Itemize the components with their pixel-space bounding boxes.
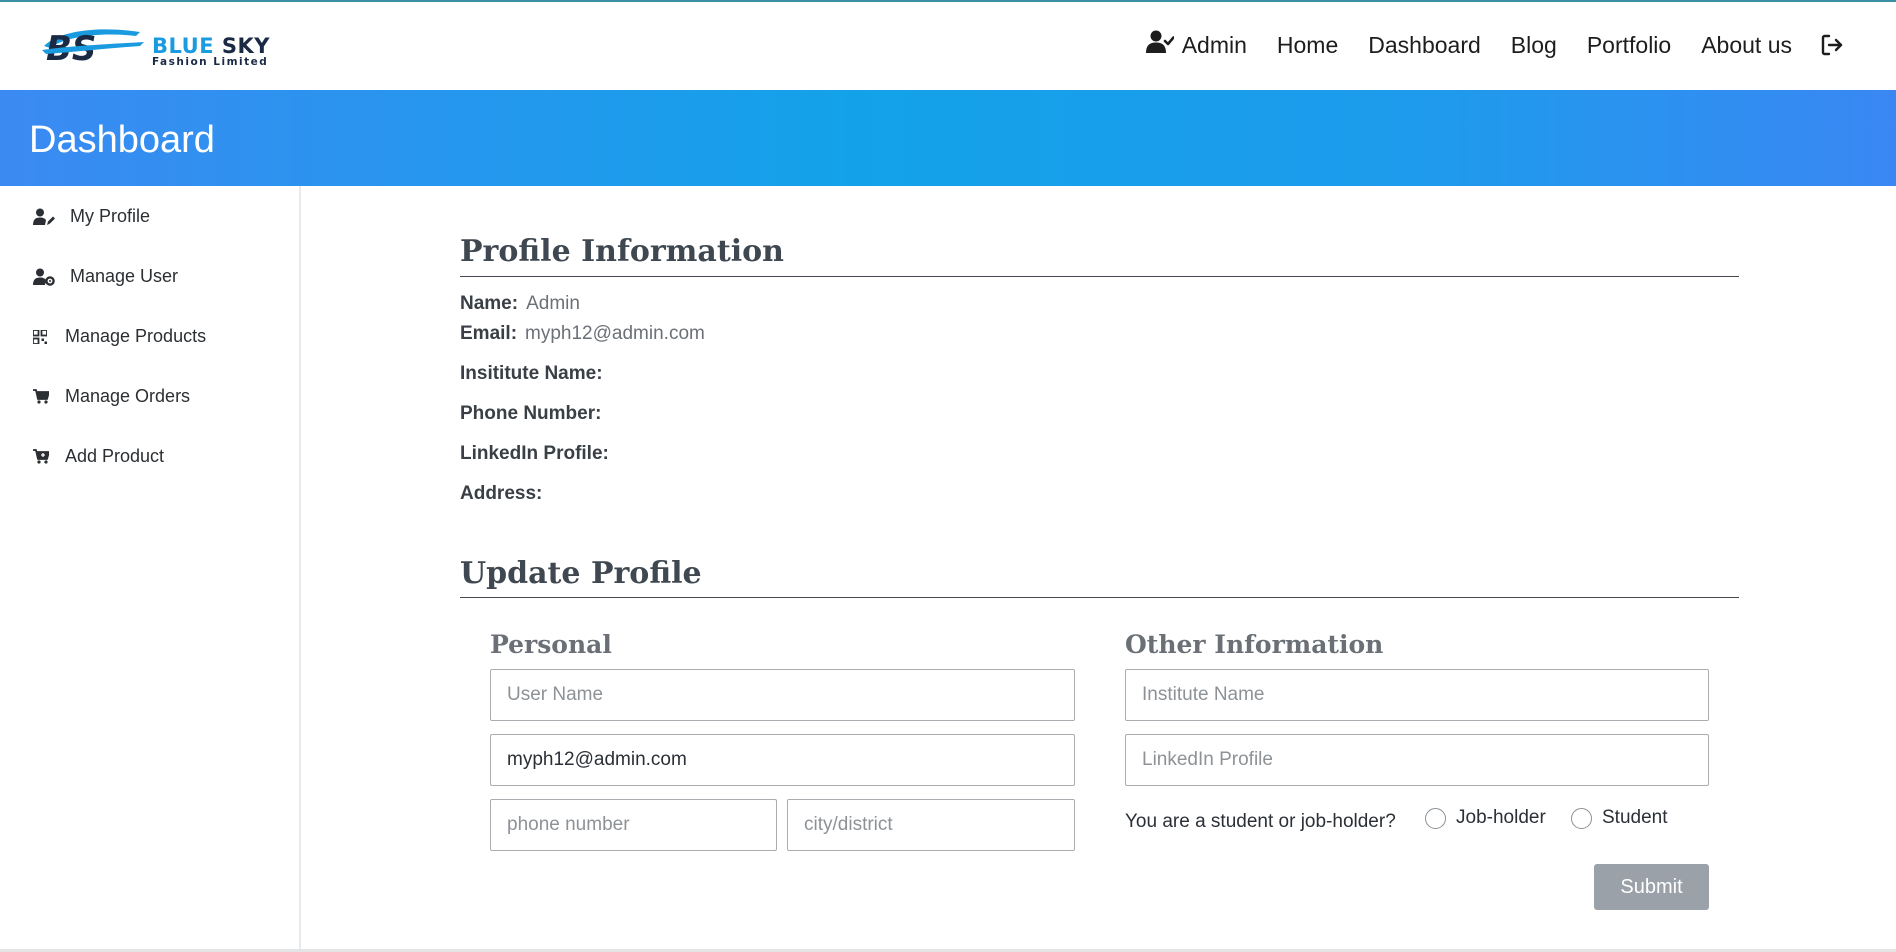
profile-phone-row: Phone Number: xyxy=(460,403,601,425)
logout-button[interactable] xyxy=(1820,33,1844,57)
brand-title: BLUE SKY xyxy=(152,34,270,58)
email-label: Email: xyxy=(460,323,518,344)
nav-portfolio[interactable]: Portfolio xyxy=(1587,32,1671,59)
brand-logo[interactable]: BS BLUE SKY Fashion Limited xyxy=(40,20,280,70)
nav-links: Admin Home Dashboard Blog Portfolio Abou… xyxy=(1145,28,1844,62)
name-label: Name: xyxy=(460,293,519,314)
profile-institute-row: Insititute Name: xyxy=(460,363,603,385)
radio-student[interactable]: Student xyxy=(1571,807,1668,829)
page-title: Dashboard xyxy=(29,119,215,161)
sidebar-item-label: My Profile xyxy=(70,206,151,226)
nav-about-us[interactable]: About us xyxy=(1701,32,1792,59)
profile-linkedin-row: LinkedIn Profile: xyxy=(460,443,609,465)
update-profile-heading: Update Profile xyxy=(460,556,702,591)
sidebar-item-manage-orders[interactable]: Manage Orders xyxy=(33,386,190,407)
profile-name-row: Name: Admin xyxy=(460,293,580,315)
update-heading-divider xyxy=(460,597,1739,598)
sidebar-item-label: Add Product xyxy=(65,446,165,466)
nav-admin[interactable]: Admin xyxy=(1145,30,1247,60)
profile-heading-divider xyxy=(460,276,1739,277)
linkedin-label: LinkedIn Profile: xyxy=(460,443,609,464)
sidebar-item-label: Manage Orders xyxy=(65,386,191,406)
institute-name-input[interactable] xyxy=(1125,669,1709,721)
profile-email-row: Email: myph12@admin.com xyxy=(460,323,705,345)
user-edit-icon xyxy=(33,208,61,226)
occupation-question: You are a student or job-holder? xyxy=(1125,811,1396,832)
radio-circle[interactable] xyxy=(1425,807,1446,829)
cart-icon xyxy=(33,389,57,404)
page-banner: Dashboard xyxy=(0,90,1896,186)
institute-label: Insititute Name: xyxy=(460,363,603,384)
linkedin-profile-input[interactable] xyxy=(1125,734,1709,786)
radio-circle[interactable] xyxy=(1571,807,1592,829)
sidebar-item-label: Manage User xyxy=(70,266,179,286)
radio-job-holder[interactable]: Job-holder xyxy=(1425,807,1546,829)
name-value: Admin xyxy=(526,293,580,314)
address-label: Address: xyxy=(460,483,543,504)
brand-subtitle: Fashion Limited xyxy=(152,56,269,68)
email-input[interactable] xyxy=(490,734,1075,786)
nav-home[interactable]: Home xyxy=(1277,32,1338,59)
nav-admin-label: Admin xyxy=(1181,31,1247,58)
radio-label: Student xyxy=(1602,807,1668,828)
sidebar-item-manage-user[interactable]: Manage User xyxy=(33,266,178,287)
other-information-heading: Other Information xyxy=(1125,630,1384,659)
sidebar-item-my-profile[interactable]: My Profile xyxy=(33,206,150,227)
sidebar: My Profile Manage User Manage Products M… xyxy=(0,186,301,952)
submit-button[interactable]: Submit xyxy=(1594,864,1709,910)
city-district-input[interactable] xyxy=(787,799,1075,851)
profile-information-heading: Profile Information xyxy=(460,234,784,269)
username-input[interactable] xyxy=(490,669,1075,721)
radio-label: Job-holder xyxy=(1456,807,1546,828)
phone-label: Phone Number: xyxy=(460,403,602,424)
sidebar-item-add-product[interactable]: Add Product xyxy=(33,446,164,467)
sidebar-item-manage-products[interactable]: Manage Products xyxy=(33,326,206,347)
sign-out-icon xyxy=(1821,34,1843,56)
nav-blog[interactable]: Blog xyxy=(1511,32,1557,59)
sidebar-item-label: Manage Products xyxy=(65,326,207,346)
user-cog-icon xyxy=(33,268,61,286)
qrcode-grid-icon xyxy=(33,329,57,344)
phone-number-input[interactable] xyxy=(490,799,777,851)
bs-logo-mark-icon: BS xyxy=(42,29,144,68)
cart-plus-icon xyxy=(33,449,57,464)
profile-address-row: Address: xyxy=(460,483,542,505)
personal-heading: Personal xyxy=(490,630,612,659)
user-check-icon xyxy=(1145,30,1175,60)
email-value: myph12@admin.com xyxy=(525,323,705,344)
nav-dashboard[interactable]: Dashboard xyxy=(1368,32,1481,59)
top-navbar: BS BLUE SKY Fashion Limited Admin Home D… xyxy=(0,0,1896,90)
